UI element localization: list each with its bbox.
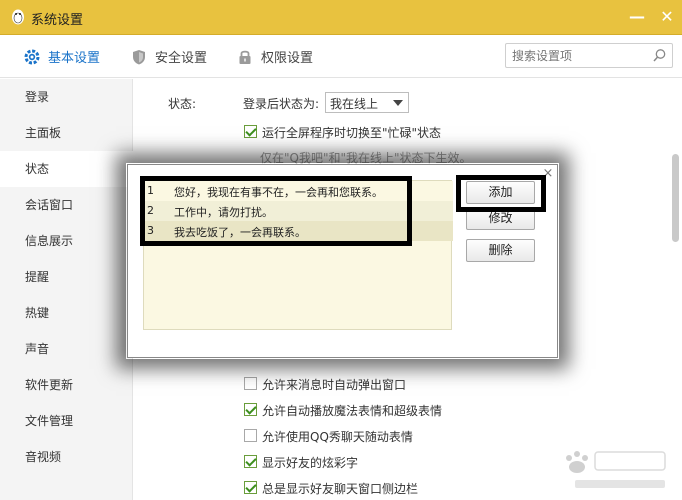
option-label: 运行全屏程序时切换至"忙碌"状态: [262, 126, 442, 140]
annotation-highlight-list: [140, 176, 412, 246]
sidebar-item-software-update[interactable]: 软件更新: [0, 367, 133, 403]
option-label: 允许自动播放魔法表情和超级表情: [262, 404, 443, 418]
sidebar-item-sound[interactable]: 声音: [0, 331, 133, 367]
window-title: 系统设置: [31, 13, 84, 28]
gear-icon: [24, 49, 40, 64]
sidebar-item-reminder[interactable]: 提醒: [0, 259, 133, 295]
checkbox-chat-sidebar[interactable]: [244, 481, 257, 494]
sidebar: 登录 主面板 状态 会话窗口 信息展示 提醒 热键 声音 软件更新 文件管理 音…: [0, 79, 134, 500]
status-section-label: 状态:: [168, 97, 197, 111]
search-input[interactable]: [506, 44, 646, 67]
scrollbar-thumb[interactable]: [672, 154, 679, 242]
option-label: 总是显示好友聊天窗口侧边栏: [262, 482, 419, 496]
annotation-highlight-add: [456, 175, 546, 212]
minimize-button[interactable]: —: [628, 8, 646, 26]
scrollbar[interactable]: [670, 79, 680, 500]
top-tab-bar: 基本设置 安全设置 权限设置: [0, 35, 682, 78]
chevron-down-icon: [393, 100, 403, 106]
checkbox-magic-emoticons[interactable]: [244, 403, 257, 416]
option-label: 允许来消息时自动弹出窗口: [262, 378, 407, 392]
checkbox-auto-popup[interactable]: [244, 377, 257, 390]
tab-label: 基本设置: [48, 51, 101, 66]
tab-label: 安全设置: [155, 51, 208, 66]
login-status-label: 登录后状态为:: [243, 97, 320, 111]
auto-reply-dialog: × 1 您好，我现在有事不在，一会再和您联系。 2 工作中，请勿打扰。 3 我去…: [127, 164, 558, 358]
delete-button[interactable]: 删除: [466, 239, 535, 262]
sidebar-item-file-management[interactable]: 文件管理: [0, 403, 133, 439]
checkbox-qq-show-emotes[interactable]: [244, 429, 257, 442]
sidebar-item-main-panel[interactable]: 主面板: [0, 115, 133, 151]
sidebar-item-login[interactable]: 登录: [0, 79, 133, 115]
sidebar-item-info-display[interactable]: 信息展示: [0, 223, 133, 259]
tab-label: 权限设置: [261, 51, 314, 66]
lock-icon: [239, 50, 251, 64]
tab-permission-settings[interactable]: 权限设置: [236, 35, 313, 78]
sidebar-item-hotkeys[interactable]: 热键: [0, 295, 133, 331]
sidebar-item-chat-window[interactable]: 会话窗口: [0, 187, 133, 223]
checkbox-colorful-text[interactable]: [244, 455, 257, 468]
checkbox-fullscreen-busy[interactable]: [244, 125, 257, 138]
search-box[interactable]: [505, 43, 673, 68]
shield-icon: [133, 49, 145, 64]
login-status-value: 我在线上: [330, 97, 379, 111]
login-status-select[interactable]: 我在线上: [325, 92, 409, 113]
baidu-watermark-icon: [566, 451, 666, 488]
option-label: 显示好友的炫彩字: [262, 456, 359, 470]
close-button[interactable]: ✕: [658, 8, 676, 26]
sidebar-item-status[interactable]: 状态: [0, 151, 134, 187]
tab-basic-settings[interactable]: 基本设置: [23, 35, 100, 78]
option-label: 允许使用QQ秀聊天随动表情: [262, 430, 413, 444]
title-bar: 系统设置 — ✕: [0, 0, 682, 35]
tab-security-settings[interactable]: 安全设置: [130, 35, 207, 78]
search-icon[interactable]: [652, 48, 667, 63]
qq-penguin-icon: [12, 9, 24, 25]
sidebar-item-audio-video[interactable]: 音视频: [0, 439, 133, 475]
